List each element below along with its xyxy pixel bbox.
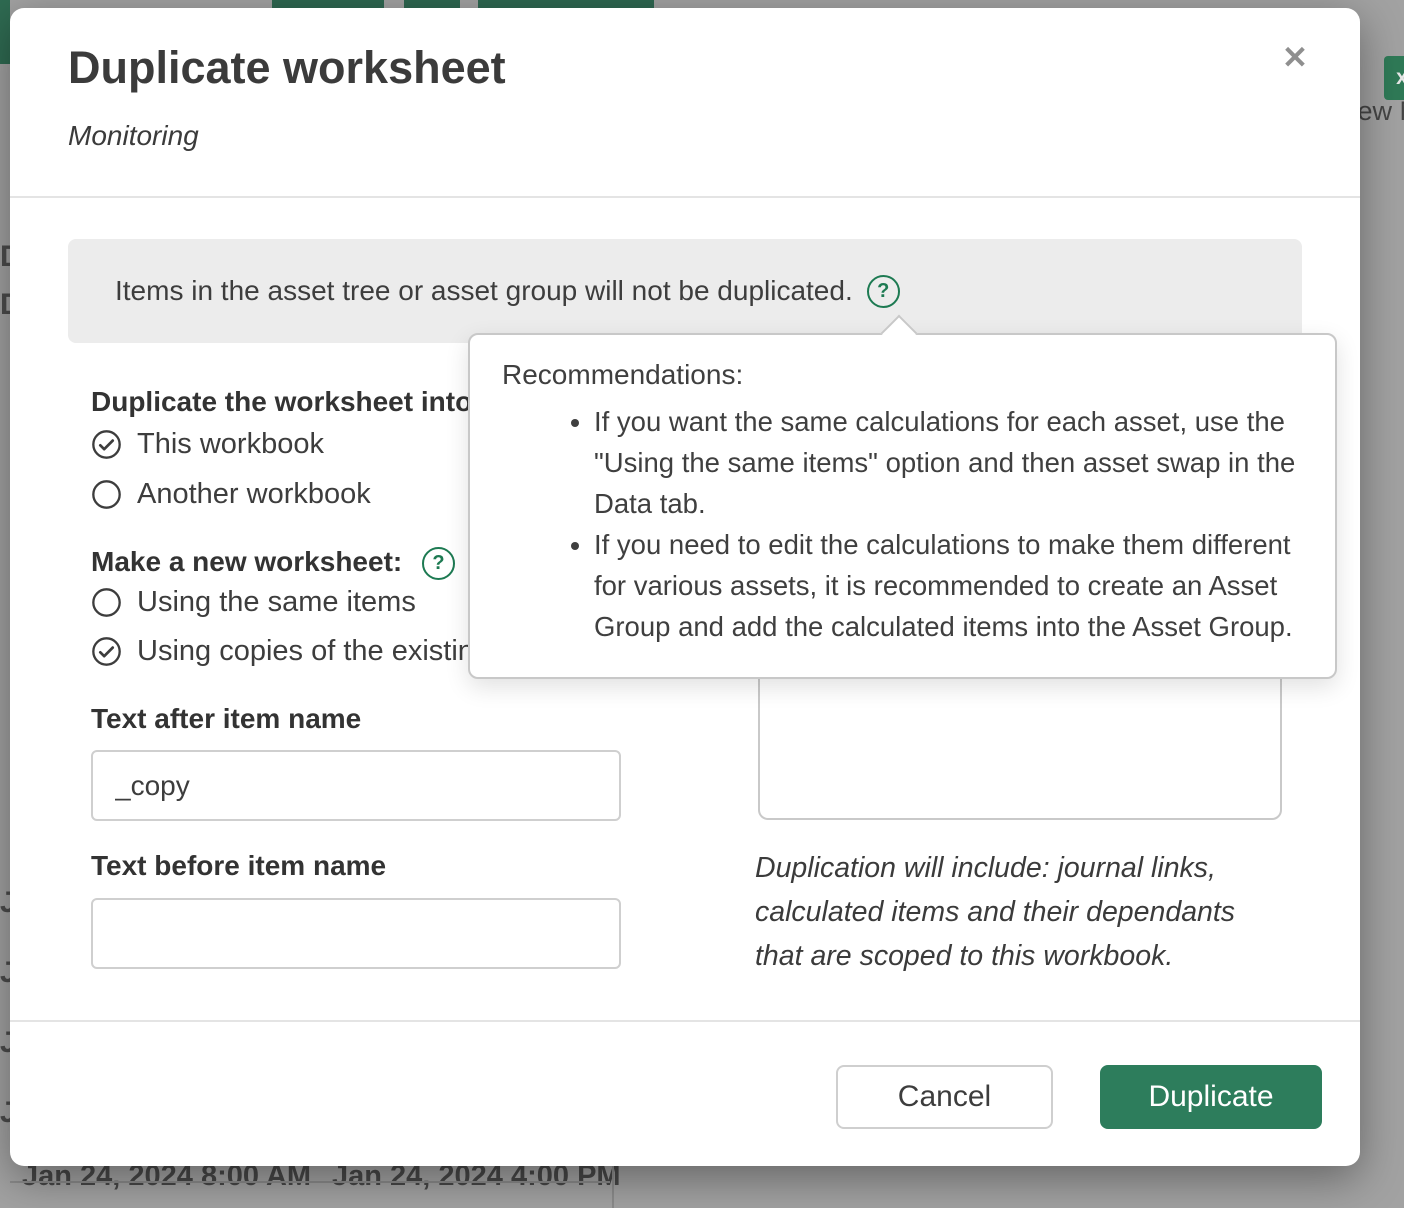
radio-label: This workbook <box>137 428 324 461</box>
tooltip-list: If you want the same calculations for ea… <box>502 401 1309 647</box>
footer-divider <box>10 1020 1360 1022</box>
radio-checked-icon <box>91 429 122 460</box>
duplicate-button[interactable]: Duplicate <box>1100 1065 1322 1129</box>
table-divider <box>10 1181 610 1183</box>
radio-checked-icon <box>91 636 122 667</box>
text-after-input[interactable] <box>91 750 621 821</box>
tooltip-item: If you want the same calculations for ea… <box>594 401 1304 524</box>
radio-using-same-items[interactable]: Using the same items <box>91 586 416 619</box>
duplication-note: Duplication will include: journal links,… <box>755 846 1255 978</box>
section-label-make-new-worksheet: Make a new worksheet: ? <box>91 546 455 580</box>
text-before-input[interactable] <box>91 898 621 969</box>
cancel-button[interactable]: Cancel <box>836 1065 1053 1129</box>
radio-unchecked-icon <box>91 479 122 510</box>
radio-this-workbook[interactable]: This workbook <box>91 428 324 461</box>
radio-label: Another workbook <box>137 478 371 511</box>
tooltip-item: If you need to edit the calculations to … <box>594 524 1304 647</box>
header-logo-fragment <box>0 0 10 64</box>
radio-another-workbook[interactable]: Another workbook <box>91 478 371 511</box>
table-divider <box>612 1166 614 1208</box>
section-label-duplicate-into: Duplicate the worksheet into: <box>91 386 482 418</box>
radio-unchecked-icon <box>91 587 122 618</box>
duplicate-worksheet-dialog: Duplicate worksheet Monitoring ✕ Items i… <box>10 8 1360 1166</box>
info-banner-text: Items in the asset tree or asset group w… <box>115 275 853 307</box>
radio-label: Using the same items <box>137 586 416 619</box>
label-text-after-item-name: Text after item name <box>91 703 361 735</box>
recommendations-tooltip: Recommendations: If you want the same ca… <box>468 333 1337 679</box>
section-label-text: Make a new worksheet: <box>91 546 402 577</box>
info-banner: Items in the asset tree or asset group w… <box>68 239 1302 343</box>
label-text-before-item-name: Text before item name <box>91 850 386 882</box>
dialog-subtitle: Monitoring <box>68 120 199 152</box>
header-divider <box>10 196 1360 198</box>
excel-export-icon: x <box>1384 56 1404 100</box>
screen: D D J J J J Jan 24, 2024 8:00 AM Jan 24,… <box>0 0 1404 1208</box>
close-icon[interactable]: ✕ <box>1282 42 1308 73</box>
make-new-worksheet-help-icon[interactable]: ? <box>422 547 455 580</box>
help-icon[interactable]: ? <box>867 275 900 308</box>
tooltip-title: Recommendations: <box>502 359 1309 391</box>
dialog-title: Duplicate worksheet <box>68 42 506 94</box>
